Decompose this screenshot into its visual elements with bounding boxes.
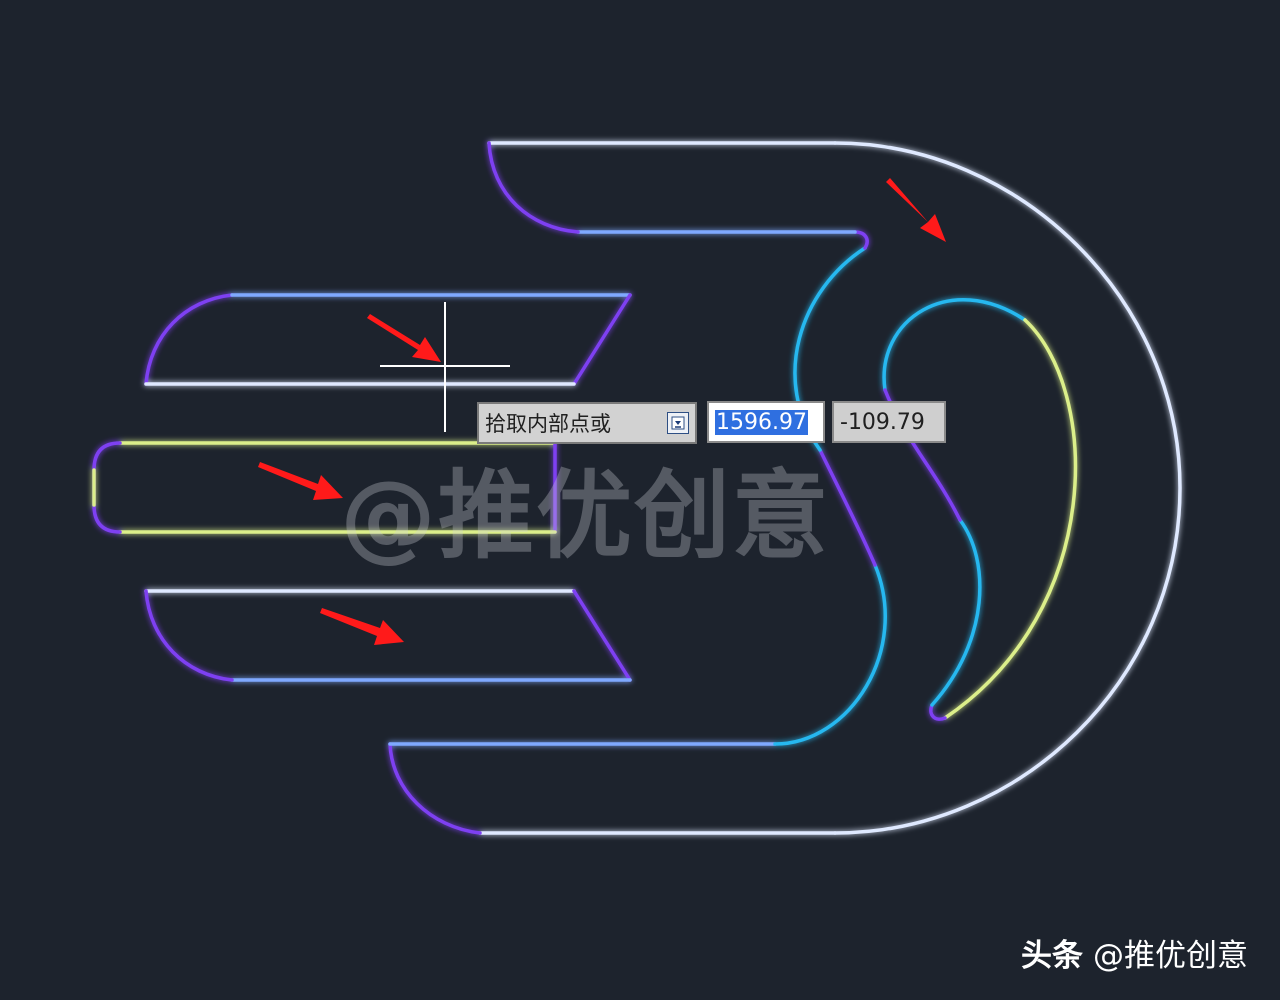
bar3-slant xyxy=(572,589,632,682)
red-arrow-icon xyxy=(886,178,946,242)
d-top-left-curve xyxy=(487,141,580,234)
crescent-top xyxy=(882,298,1027,392)
brand-handle: @推优创意 xyxy=(1093,938,1248,974)
crescent-tip xyxy=(929,703,947,721)
command-prompt: 拾取内部点或 xyxy=(477,402,697,444)
speed-bar-1[interactable] xyxy=(144,293,632,386)
dropdown-arrow-icon[interactable] xyxy=(667,412,689,434)
bar1-slant xyxy=(572,293,632,386)
inner-crescent[interactable] xyxy=(882,298,1078,721)
red-arrow-icon xyxy=(367,314,441,362)
bar2-left-cap xyxy=(92,441,122,534)
red-arrow-icon xyxy=(320,608,404,645)
x-coordinate-value: 1596.97 xyxy=(715,409,808,435)
watermark-text: @推优创意 xyxy=(340,460,830,572)
d-outer-arc xyxy=(833,141,1182,835)
crescent-inner-lower xyxy=(930,518,982,707)
d-inner-hook xyxy=(853,230,869,250)
brand-watermark: 头条 @推优创意 xyxy=(1021,930,1248,975)
bar1-left-curve xyxy=(144,293,234,386)
y-coordinate-input[interactable]: -109.79 xyxy=(832,401,946,443)
d-bottom-left-curve xyxy=(388,742,482,835)
x-coordinate-input[interactable]: 1596.97 xyxy=(707,401,825,443)
y-coordinate-value: -109.79 xyxy=(840,409,925,435)
brand-platform: 头条 xyxy=(1021,938,1083,974)
d-inner-curve-lower xyxy=(773,563,887,746)
red-arrow-icon xyxy=(258,462,343,500)
prompt-label: 拾取内部点或 xyxy=(485,412,611,436)
bar3-left-curve xyxy=(144,589,234,682)
